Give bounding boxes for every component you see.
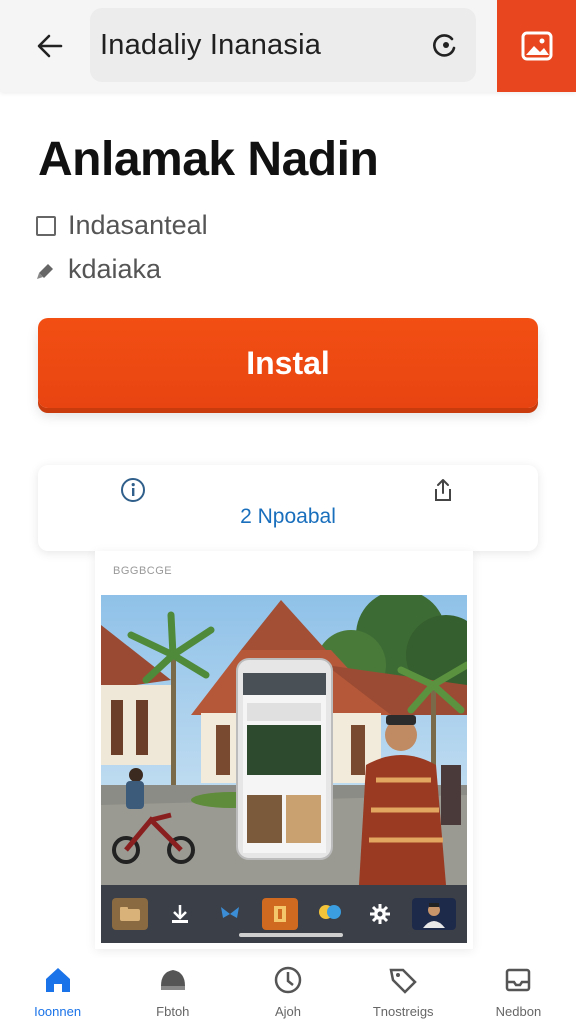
nav-item-home[interactable]: Ioonnen (0, 958, 115, 1024)
offers-icon (389, 968, 417, 994)
balloons-icon[interactable] (312, 898, 348, 930)
book-icon[interactable] (262, 898, 298, 930)
share-icon[interactable] (430, 477, 460, 507)
gear-icon[interactable] (362, 898, 398, 930)
search-text: Inadaliy Inanasia (100, 28, 322, 61)
install-label: Instal (246, 344, 330, 381)
screenshot-card[interactable]: BGGBCGE (95, 551, 473, 949)
nav-item-offers[interactable]: Tnostreigs (346, 958, 461, 1024)
checkbox-icon (36, 215, 56, 236)
home-indicator (239, 933, 343, 937)
butterfly-icon[interactable] (212, 898, 248, 930)
apps-icon (274, 966, 302, 994)
avatar[interactable] (412, 898, 456, 930)
nav-label-offers: Tnostreigs (372, 1004, 434, 1019)
image-icon-button[interactable] (497, 0, 576, 92)
card-link[interactable]: 2 Npoabal (38, 505, 538, 529)
home-icon (45, 968, 70, 992)
meta-row-tag: kdaiaka (36, 254, 161, 285)
refresh-icon[interactable] (430, 30, 460, 60)
nav-item-games[interactable]: Fbtoh (115, 958, 230, 1024)
screenshot-dock (101, 885, 467, 943)
nav-label-games: Fbtoh (156, 1004, 190, 1019)
books-icon (506, 968, 531, 992)
nav-label-apps: Ajoh (274, 1004, 302, 1019)
top-bar: Inadaliy Inanasia (0, 0, 576, 92)
download-icon[interactable] (162, 898, 198, 930)
info-icon[interactable] (120, 477, 150, 507)
nav-label-books: Nedbon (495, 1004, 542, 1019)
image-icon (521, 31, 552, 61)
nav-label-home: Ioonnen (34, 1004, 82, 1019)
nav-item-apps[interactable]: Ajoh (230, 958, 345, 1024)
folder-icon[interactable] (112, 898, 148, 930)
tag-icon (37, 263, 53, 279)
app-title: Anlamak Nadin (38, 133, 379, 186)
screenshot-caption: BGGBCGE (113, 565, 173, 577)
bottom-navigation: Ioonnen Fbtoh Ajoh Tnostreigs Nedbon (0, 958, 576, 1024)
back-arrow-icon[interactable] (26, 22, 74, 70)
search-field[interactable]: Inadaliy Inanasia (90, 8, 476, 82)
meta-row-category: Indasanteal (36, 210, 208, 241)
meta-tag-text: kdaiaka (68, 254, 162, 284)
info-card: 2 Npoabal (38, 465, 538, 551)
install-button[interactable]: Instal (38, 318, 538, 408)
meta-category-text: Indasanteal (68, 210, 208, 240)
games-icon (160, 970, 185, 990)
nav-item-books[interactable]: Nedbon (461, 958, 576, 1024)
screenshot-photo (101, 595, 467, 885)
